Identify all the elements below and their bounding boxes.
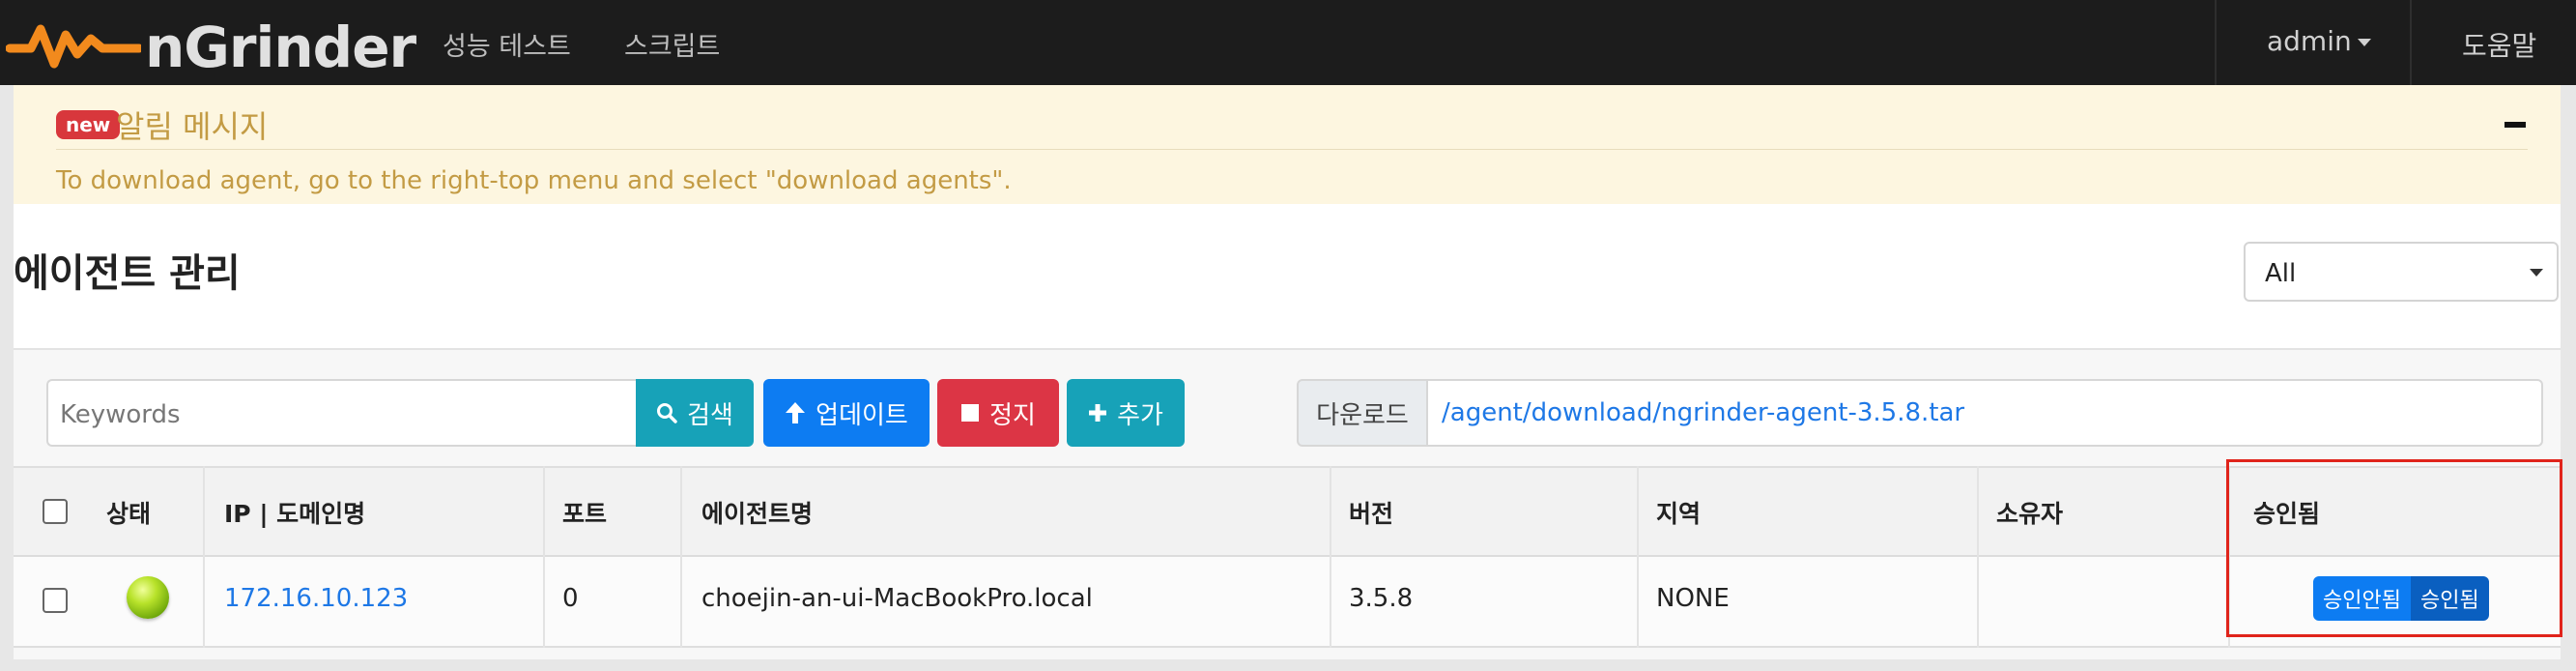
nav-script[interactable]: 스크립트	[624, 25, 720, 63]
add-button-label: 추가	[1117, 400, 1163, 430]
agent-table: 상태 IP | 도메인명 포트 에이전트명 버전 지역 소유자 승인됨 172.…	[14, 466, 2561, 648]
agent-region-cell: NONE	[1656, 584, 1730, 613]
agent-panel: Keywords 검색 업데이트 정지 추가 다운로드 /agent/downl…	[14, 348, 2561, 659]
download-label: 다운로드	[1297, 379, 1428, 447]
page-title: 에이전트 관리	[14, 251, 241, 296]
search-placeholder: Keywords	[60, 400, 181, 429]
search-icon	[657, 403, 677, 423]
col-port[interactable]: 포트	[562, 495, 607, 530]
col-owner[interactable]: 소유자	[1996, 495, 2063, 530]
col-divider	[680, 466, 682, 648]
collapse-icon[interactable]	[2504, 122, 2526, 128]
col-divider	[543, 466, 545, 648]
approval-column-highlight	[2226, 459, 2562, 637]
col-ip-domain[interactable]: IP | 도메인명	[224, 495, 365, 530]
agent-version-cell: 3.5.8	[1349, 584, 1414, 613]
top-navbar: nGrinder 성능 테스트 스크립트 admin 도움말	[0, 0, 2576, 85]
stop-button-label: 정지	[989, 400, 1036, 430]
caret-down-icon	[2357, 39, 2371, 46]
col-agent-name[interactable]: 에이전트명	[701, 495, 813, 530]
pulse-wave-icon	[6, 24, 141, 69]
new-badge: new	[56, 110, 121, 139]
stop-button[interactable]: 정지	[937, 379, 1059, 447]
status-ready-icon	[127, 576, 169, 619]
agent-ip-cell: 172.16.10.123	[224, 584, 408, 613]
col-divider	[1977, 466, 1979, 648]
plus-icon	[1089, 404, 1107, 422]
agent-download-link[interactable]: /agent/download/ngrinder-agent-3.5.8.tar	[1442, 398, 1964, 427]
search-button-label: 검색	[687, 400, 733, 430]
agent-port-cell: 0	[562, 584, 579, 613]
chevron-down-icon	[2530, 269, 2543, 277]
help-menu[interactable]: 도움말	[2462, 25, 2536, 64]
col-region[interactable]: 지역	[1656, 495, 1701, 530]
col-divider	[203, 466, 205, 648]
brand-name: nGrinder	[145, 15, 416, 80]
col-divider	[1637, 466, 1639, 648]
col-version[interactable]: 버전	[1349, 495, 1393, 530]
page-content: new 알림 메시지 To download agent, go to the …	[14, 85, 2561, 659]
nav-divider	[2410, 0, 2412, 85]
update-button[interactable]: 업데이트	[763, 379, 930, 447]
select-all-checkbox[interactable]	[43, 499, 68, 524]
add-button[interactable]: 추가	[1067, 379, 1185, 447]
col-divider	[1330, 466, 1331, 648]
stop-icon	[961, 404, 980, 422]
agent-ip-link[interactable]: 172.16.10.123	[224, 584, 408, 613]
table-row: 172.16.10.123 0 choejin-an-ui-MacBookPro…	[14, 557, 2561, 648]
row-checkbox[interactable]	[43, 588, 68, 613]
table-header-row: 상태 IP | 도메인명 포트 에이전트명 버전 지역 소유자 승인됨	[14, 466, 2561, 557]
alert-message: To download agent, go to the right-top m…	[56, 166, 1012, 195]
nav-performance-test[interactable]: 성능 테스트	[443, 25, 571, 63]
notice-alert: new 알림 메시지 To download agent, go to the …	[14, 85, 2561, 204]
nav-divider	[2215, 0, 2217, 85]
col-status[interactable]: 상태	[106, 495, 151, 530]
user-menu[interactable]: admin	[2267, 25, 2371, 57]
agent-name-cell: choejin-an-ui-MacBookPro.local	[701, 584, 1093, 613]
region-filter-select[interactable]: All	[2244, 242, 2559, 302]
update-button-label: 업데이트	[816, 400, 908, 430]
filter-selected-value: All	[2265, 259, 2297, 288]
search-input[interactable]: Keywords	[46, 379, 636, 447]
download-field: /agent/download/ngrinder-agent-3.5.8.tar	[1428, 379, 2543, 447]
alert-title: 알림 메시지	[116, 108, 269, 145]
alert-divider	[56, 149, 2528, 150]
arrow-up-icon	[786, 402, 806, 423]
user-name: admin	[2267, 25, 2352, 57]
search-button[interactable]: 검색	[636, 379, 754, 447]
